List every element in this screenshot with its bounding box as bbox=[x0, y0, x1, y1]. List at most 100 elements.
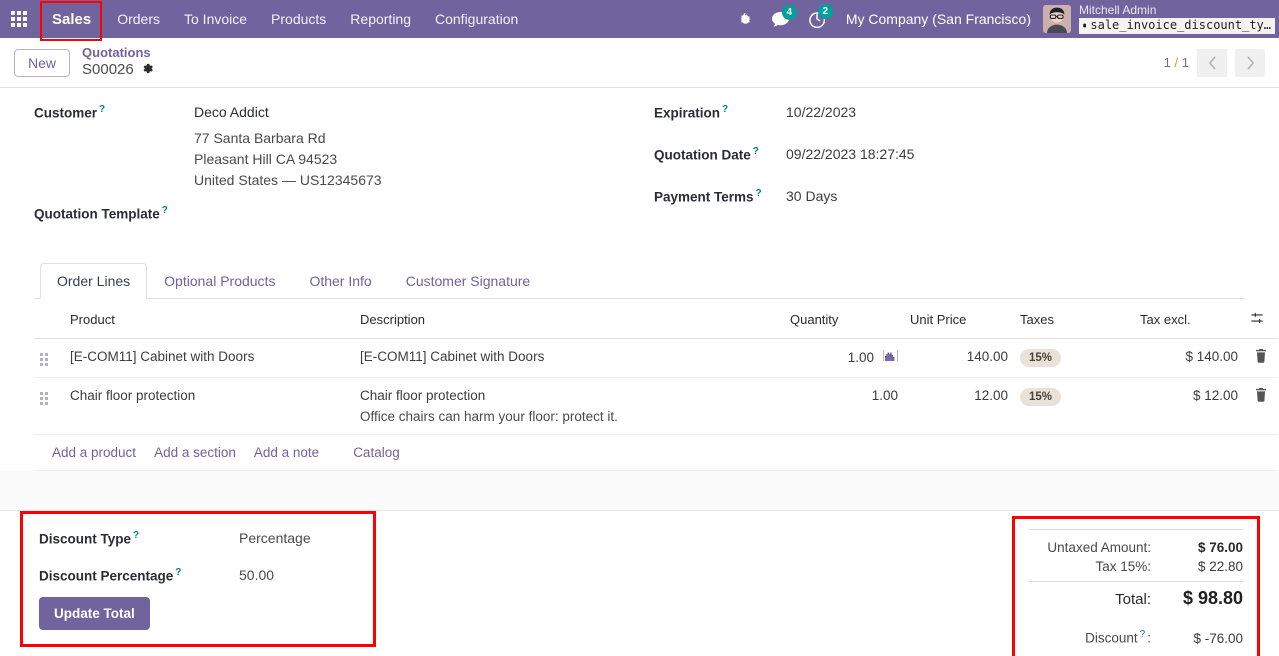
discount-type-value[interactable]: Percentage bbox=[239, 530, 311, 546]
row-unit-price[interactable]: 140.00 bbox=[904, 338, 1014, 378]
row-taxes[interactable]: 15% bbox=[1014, 377, 1134, 435]
menu-item-orders[interactable]: Orders bbox=[105, 2, 172, 36]
header-unit-price[interactable]: Unit Price bbox=[904, 299, 1014, 339]
quotation-date-value[interactable]: 09/22/2023 18:27:45 bbox=[786, 144, 914, 162]
header-description[interactable]: Description bbox=[354, 299, 784, 339]
discount-percentage-help-icon[interactable]: ? bbox=[175, 567, 181, 578]
expiration-value[interactable]: 10/22/2023 bbox=[786, 102, 856, 120]
row-drag-handle[interactable] bbox=[34, 338, 64, 378]
top-navbar: Sales Orders To Invoice Products Reporti… bbox=[0, 0, 1279, 41]
row-quantity-cell[interactable]: 1.00 bbox=[784, 377, 904, 435]
discount-type-label: Discount Type? bbox=[39, 530, 239, 547]
row-delete-button[interactable] bbox=[1244, 377, 1278, 435]
customer-field-row: Customer? Deco Addict bbox=[34, 102, 654, 126]
breadcrumb-record-name: S00026 bbox=[82, 61, 134, 79]
expiration-label: Expiration? bbox=[654, 102, 786, 121]
order-lines-table: Product Description Quantity Unit Price … bbox=[34, 299, 1278, 471]
notebook: Order Lines Optional Products Other Info… bbox=[34, 263, 1278, 471]
discount-total-colon: : bbox=[1147, 630, 1151, 646]
row-drag-handle[interactable] bbox=[34, 377, 64, 435]
discount-total-help-icon[interactable]: ? bbox=[1140, 629, 1146, 640]
quotation-template-help-icon[interactable]: ? bbox=[162, 205, 168, 216]
tax-label: Tax 15%: bbox=[1095, 559, 1151, 574]
apps-grid-icon[interactable] bbox=[0, 0, 38, 38]
row-tax-excl: $ 140.00 bbox=[1134, 338, 1244, 378]
bug-icon[interactable] bbox=[730, 8, 761, 31]
activities-clock-icon[interactable]: 2 bbox=[800, 4, 834, 32]
row-product[interactable]: Chair floor protection bbox=[64, 377, 354, 435]
bottom-area: Discount Type? Percentage Discount Perce… bbox=[0, 511, 1279, 656]
avatar[interactable] bbox=[1043, 5, 1071, 33]
row-quantity: 1.00 bbox=[871, 388, 898, 403]
discount-total-label: Discount?: bbox=[1085, 629, 1151, 646]
catalog-link[interactable]: Catalog bbox=[353, 445, 400, 460]
menu-item-to-invoice[interactable]: To Invoice bbox=[172, 2, 259, 36]
add-a-product-link[interactable]: Add a product bbox=[52, 445, 136, 460]
quantity-wrapper: 1.00 bbox=[790, 388, 898, 403]
user-menu[interactable]: Mitchell Admin sale_invoice_discount_ty… bbox=[1073, 3, 1275, 34]
customer-help-icon[interactable]: ? bbox=[99, 104, 105, 115]
form-left-column: Customer? Deco Addict 77 Santa Barbara R… bbox=[34, 102, 654, 229]
table-row[interactable]: [E-COM11] Cabinet with Doors [E-COM11] C… bbox=[34, 338, 1278, 378]
row-tax-excl: $ 12.00 bbox=[1134, 377, 1244, 435]
breadcrumb-quotations[interactable]: Quotations bbox=[82, 45, 154, 61]
expiration-help-icon[interactable]: ? bbox=[722, 104, 728, 115]
header-handle bbox=[34, 299, 64, 339]
header-tax-excl[interactable]: Tax excl. bbox=[1134, 299, 1244, 339]
add-a-note-link[interactable]: Add a note bbox=[254, 445, 319, 460]
gear-icon[interactable] bbox=[141, 62, 154, 79]
customer-value[interactable]: Deco Addict bbox=[194, 102, 269, 120]
row-delete-button[interactable] bbox=[1244, 338, 1278, 378]
sliders-icon bbox=[1251, 312, 1263, 324]
discount-percentage-value[interactable]: 50.00 bbox=[239, 567, 274, 583]
menu-item-configuration[interactable]: Configuration bbox=[423, 2, 530, 36]
tab-optional-products[interactable]: Optional Products bbox=[147, 263, 292, 299]
quotation-date-label-text: Quotation Date bbox=[654, 147, 751, 163]
header-quantity[interactable]: Quantity bbox=[784, 299, 904, 339]
menu-item-products[interactable]: Products bbox=[259, 2, 338, 36]
payment-terms-value[interactable]: 30 Days bbox=[786, 186, 837, 204]
payment-terms-label-text: Payment Terms bbox=[654, 189, 754, 205]
new-button[interactable]: New bbox=[14, 48, 71, 77]
messages-icon[interactable]: 4 bbox=[763, 4, 798, 32]
expiration-row: Expiration? 10/22/2023 bbox=[654, 102, 1245, 126]
app-brand-sales[interactable]: Sales bbox=[40, 5, 103, 34]
company-selector[interactable]: My Company (San Francisco) bbox=[836, 11, 1041, 27]
messages-badge: 4 bbox=[781, 4, 797, 20]
trash-icon[interactable] bbox=[1255, 388, 1267, 405]
database-icon bbox=[1083, 23, 1087, 28]
pager-separator: / bbox=[1174, 55, 1179, 70]
trash-icon[interactable] bbox=[1255, 349, 1267, 366]
tab-customer-signature[interactable]: Customer Signature bbox=[389, 263, 548, 299]
order-lines-body: [E-COM11] Cabinet with Doors [E-COM11] C… bbox=[34, 338, 1278, 471]
discount-type-help-icon[interactable]: ? bbox=[133, 530, 139, 541]
row-unit-price[interactable]: 12.00 bbox=[904, 377, 1014, 435]
section-separator bbox=[0, 471, 1279, 511]
update-total-button[interactable]: Update Total bbox=[39, 597, 150, 630]
row-description-main: Chair floor protection bbox=[360, 388, 486, 403]
header-product[interactable]: Product bbox=[64, 299, 354, 339]
row-taxes[interactable]: 15% bbox=[1014, 338, 1134, 378]
menu-item-reporting[interactable]: Reporting bbox=[338, 2, 423, 36]
drag-handle-icon[interactable] bbox=[40, 353, 58, 366]
forecast-chart-icon[interactable] bbox=[883, 349, 898, 365]
pager-next-button[interactable] bbox=[1235, 48, 1265, 77]
pager-previous-button[interactable] bbox=[1197, 48, 1227, 77]
row-quantity-cell[interactable]: 1.00 bbox=[784, 338, 904, 378]
row-product[interactable]: [E-COM11] Cabinet with Doors bbox=[64, 338, 354, 378]
quotation-date-help-icon[interactable]: ? bbox=[753, 146, 759, 157]
tab-other-info[interactable]: Other Info bbox=[292, 263, 388, 299]
discount-percentage-row: Discount Percentage? 50.00 bbox=[39, 567, 357, 584]
database-name: sale_invoice_discount_ty… bbox=[1090, 18, 1271, 32]
row-description[interactable]: Chair floor protection Office chairs can… bbox=[354, 377, 784, 435]
tab-order-lines[interactable]: Order Lines bbox=[40, 263, 148, 299]
optional-columns-button[interactable] bbox=[1244, 299, 1278, 339]
drag-handle-icon[interactable] bbox=[40, 392, 58, 405]
table-row[interactable]: Chair floor protection Chair floor prote… bbox=[34, 377, 1278, 435]
pager-count[interactable]: 1 / 1 bbox=[1164, 55, 1189, 70]
row-description[interactable]: [E-COM11] Cabinet with Doors bbox=[354, 338, 784, 378]
add-a-section-link[interactable]: Add a section bbox=[154, 445, 236, 460]
payment-terms-help-icon[interactable]: ? bbox=[756, 188, 762, 199]
totals-top-divider bbox=[1029, 529, 1243, 530]
header-taxes[interactable]: Taxes bbox=[1014, 299, 1134, 339]
